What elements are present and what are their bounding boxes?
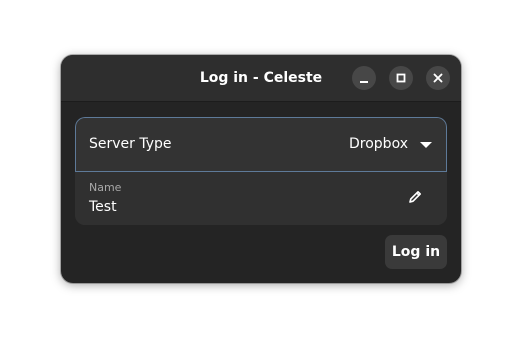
name-field-caption: Name: [89, 181, 122, 194]
login-form-list: Server Type Dropbox Name Test: [75, 117, 447, 225]
minimize-icon: [360, 81, 368, 83]
edit-icon[interactable]: [406, 188, 424, 206]
name-field-value[interactable]: Test: [89, 199, 117, 215]
server-type-combo[interactable]: Server Type Dropbox: [75, 117, 447, 172]
minimize-button[interactable]: [352, 66, 376, 90]
login-dialog: Log in - Celeste Server Type Dropbox Nam…: [61, 55, 461, 283]
maximize-button[interactable]: [389, 66, 413, 90]
close-icon: [433, 73, 443, 83]
login-button[interactable]: Log in: [385, 235, 447, 269]
server-type-selected: Dropbox: [349, 136, 408, 152]
close-button[interactable]: [426, 66, 450, 90]
title-bar[interactable]: Log in - Celeste: [61, 55, 461, 102]
maximize-icon: [396, 73, 406, 83]
chevron-down-icon: [420, 142, 432, 148]
server-type-label: Server Type: [89, 136, 172, 152]
name-entry-row[interactable]: Name Test: [75, 172, 447, 225]
